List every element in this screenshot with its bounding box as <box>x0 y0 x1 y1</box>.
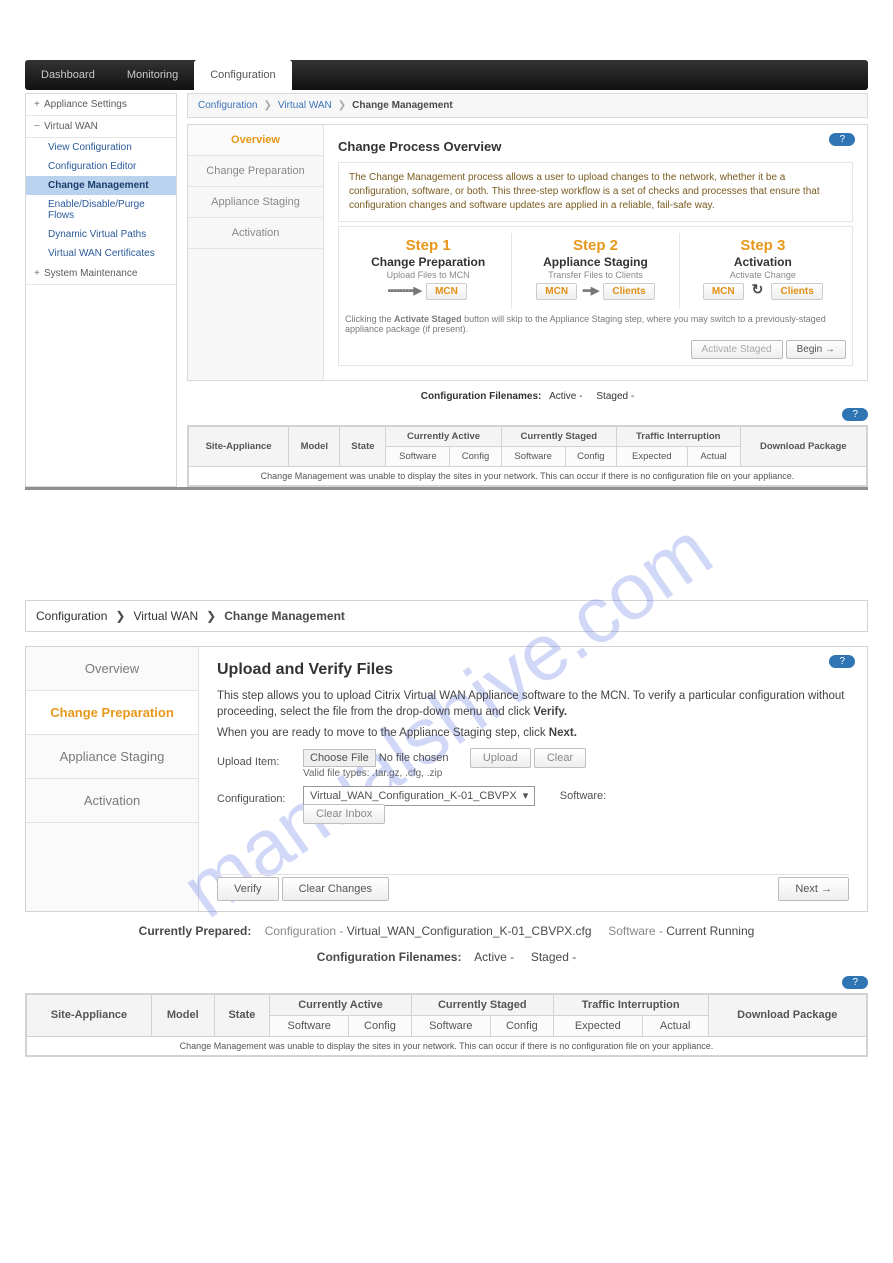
configuration-label: Configuration: <box>217 789 303 805</box>
verify-button[interactable]: Verify <box>217 877 279 901</box>
th-site-appliance: Site-Appliance <box>189 427 289 467</box>
step2-clients-button[interactable]: Clients <box>603 283 654 300</box>
arrow-icon: ▪▪▪▶ <box>582 284 598 297</box>
configuration-select[interactable]: Virtual_WAN_Configuration_K-01_CBVPX ▾ <box>303 786 535 806</box>
next-button[interactable]: Next → <box>778 877 849 901</box>
wizard-tab-change-preparation[interactable]: Change Preparation <box>26 691 198 735</box>
wizard-tab-activation[interactable]: Activation <box>188 218 323 249</box>
th-download-package: Download Package <box>740 427 866 467</box>
breadcrumb-configuration[interactable]: Configuration <box>36 609 107 623</box>
step1-mcn-button[interactable]: MCN <box>426 283 467 300</box>
th-model: Model <box>289 427 340 467</box>
upload-button[interactable]: Upload <box>470 748 531 768</box>
sites-table: Site-Appliance Model State Currently Act… <box>187 425 868 487</box>
overview-intro-text: The Change Management process allows a u… <box>338 162 853 222</box>
breadcrumb-virtual-wan[interactable]: Virtual WAN <box>278 100 332 111</box>
configuration-filenames-row-2: Configuration Filenames: Active - Staged… <box>25 950 868 964</box>
panel-title: Change Process Overview <box>338 139 853 154</box>
sidebar-group-system-maintenance[interactable]: +System Maintenance <box>26 263 176 285</box>
wizard-tab-appliance-staging[interactable]: Appliance Staging <box>26 735 198 779</box>
breadcrumb: Configuration❯ Virtual WAN❯ Change Manag… <box>187 93 868 118</box>
sites-table-message: Change Management was unable to display … <box>27 1036 867 1055</box>
step3-mcn-button[interactable]: MCN <box>703 283 744 300</box>
tab-configuration[interactable]: Configuration <box>194 60 291 90</box>
valid-file-types: Valid file types: .tar.gz, .cfg, .zip <box>303 768 586 779</box>
wizard-tab-change-preparation[interactable]: Change Preparation <box>188 156 323 187</box>
wizard-tabs-2: Overview Change Preparation Appliance St… <box>26 647 199 911</box>
sidebar-item-view-configuration[interactable]: View Configuration <box>26 138 176 157</box>
step-2: Step 2 Appliance Staging Transfer Files … <box>512 233 679 309</box>
wizard-tab-overview[interactable]: Overview <box>26 647 198 691</box>
help-icon[interactable]: ? <box>829 133 855 146</box>
sites-table-2: Site-Appliance Model State Currently Act… <box>25 993 868 1057</box>
choose-file-button[interactable]: Choose File <box>303 749 376 767</box>
sites-table-message: Change Management was unable to display … <box>189 467 867 486</box>
activate-staged-note: Clicking the Activate Staged button will… <box>345 314 846 334</box>
refresh-icon: ↻ <box>752 281 764 298</box>
help-icon[interactable]: ? <box>829 655 855 668</box>
wizard-tabs: Overview Change Preparation Appliance St… <box>188 125 324 380</box>
chosen-file-text: No file chosen <box>379 752 449 764</box>
sidebar-item-enable-disable-purge-flows[interactable]: Enable/Disable/Purge Flows <box>26 195 176 225</box>
sidebar-group-virtual-wan[interactable]: −Virtual WAN <box>26 116 176 138</box>
th-state: State <box>340 427 386 467</box>
sidebar-group-appliance-settings[interactable]: +Appliance Settings <box>26 94 176 116</box>
arrow-icon: ▪▪▪▪▪▪▪▪▪▶ <box>387 284 421 297</box>
top-nav: Dashboard Monitoring Configuration <box>25 60 868 90</box>
step-3: Step 3 Activation Activate Change MCN ↻ … <box>680 233 846 309</box>
wizard-tab-overview[interactable]: Overview <box>188 125 323 156</box>
sidebar-item-dynamic-virtual-paths[interactable]: Dynamic Virtual Paths <box>26 225 176 244</box>
begin-button[interactable]: Begin → <box>786 340 846 359</box>
upload-item-label: Upload Item: <box>217 752 303 768</box>
instruction-1: This step allows you to upload Citrix Vi… <box>217 689 849 720</box>
instruction-2: When you are ready to move to the Applia… <box>217 726 849 742</box>
breadcrumb-current: Change Management <box>352 100 453 111</box>
th-currently-staged: Currently Staged <box>501 427 616 447</box>
clear-inbox-button[interactable]: Clear Inbox <box>303 804 385 824</box>
breadcrumb-virtual-wan[interactable]: Virtual WAN <box>133 609 198 623</box>
breadcrumb-configuration[interactable]: Configuration <box>198 100 257 111</box>
sidebar-item-change-management[interactable]: Change Management <box>26 176 176 195</box>
step3-clients-button[interactable]: Clients <box>771 283 822 300</box>
tab-monitoring[interactable]: Monitoring <box>111 60 194 90</box>
step2-mcn-button[interactable]: MCN <box>536 283 577 300</box>
table-help-icon[interactable]: ? <box>842 408 868 421</box>
th-traffic-interruption: Traffic Interruption <box>616 427 740 447</box>
sidebar-item-virtual-wan-certificates[interactable]: Virtual WAN Certificates <box>26 244 176 263</box>
software-label: Software: <box>560 790 606 802</box>
configuration-filenames-row: Configuration Filenames: Active - Staged… <box>187 391 868 402</box>
activate-staged-button[interactable]: Activate Staged <box>691 340 783 359</box>
wizard-tab-appliance-staging[interactable]: Appliance Staging <box>188 187 323 218</box>
currently-prepared-row: Currently Prepared: Configuration - Virt… <box>25 924 868 938</box>
breadcrumb-2: Configuration❯ Virtual WAN❯ Change Manag… <box>25 600 868 632</box>
sidebar: +Appliance Settings −Virtual WAN View Co… <box>25 93 177 487</box>
panel-title: Upload and Verify Files <box>217 661 849 679</box>
tab-dashboard[interactable]: Dashboard <box>25 60 111 90</box>
clear-changes-button[interactable]: Clear Changes <box>282 877 389 901</box>
th-currently-active: Currently Active <box>386 427 501 447</box>
clear-button[interactable]: Clear <box>534 748 586 768</box>
sidebar-item-configuration-editor[interactable]: Configuration Editor <box>26 157 176 176</box>
table-help-icon[interactable]: ? <box>842 976 868 989</box>
wizard-tab-activation[interactable]: Activation <box>26 779 198 823</box>
breadcrumb-current: Change Management <box>224 609 345 623</box>
step-1: Step 1 Change Preparation Upload Files t… <box>345 233 512 309</box>
